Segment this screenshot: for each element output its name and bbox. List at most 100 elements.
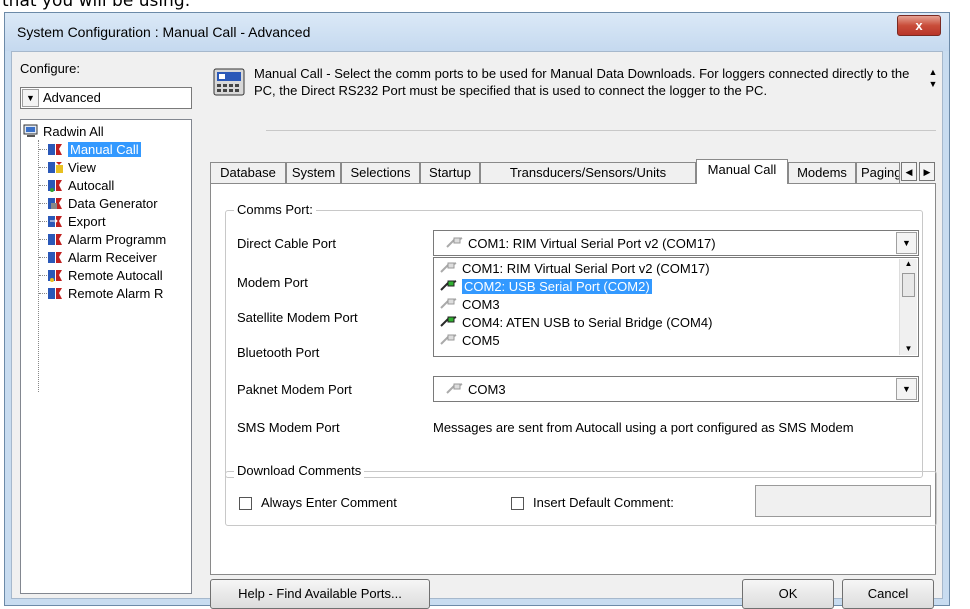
data-generator-icon: [48, 196, 64, 210]
scroll-thumb[interactable]: [902, 273, 915, 297]
system-configuration-window: System Configuration : Manual Call - Adv…: [4, 12, 950, 609]
serial-port-inactive-icon: [440, 334, 458, 346]
serial-port-icon: [446, 383, 464, 395]
sms-modem-port-label: SMS Modem Port: [237, 420, 340, 435]
remote-alarm-icon: [48, 286, 64, 300]
tree-item-remote-alarm[interactable]: Remote Alarm R: [48, 284, 163, 302]
dropdown-option[interactable]: COM3: [436, 295, 898, 313]
bluetooth-port-label: Bluetooth Port: [237, 345, 320, 360]
download-comments-title: Download Comments: [234, 463, 365, 478]
tab-scroll-left-icon[interactable]: ◀: [901, 162, 917, 181]
paknet-modem-port-value: COM3: [468, 382, 506, 397]
document-text-fragment: that you will be using:: [2, 0, 191, 11]
dropdown-option[interactable]: COM1: RIM Virtual Serial Port v2 (COM17): [436, 259, 898, 277]
scroll-down-icon[interactable]: ▼: [926, 78, 940, 90]
tab-transducers[interactable]: Transducers/Sensors/Units: [480, 162, 696, 183]
tree-item-alarm-receiver[interactable]: Alarm Receiver: [48, 248, 157, 266]
tree-item-remote-autocall[interactable]: Remote Autocall: [48, 266, 163, 284]
tree-item-alarm-programmer[interactable]: Alarm Programm: [48, 230, 166, 248]
computer-icon: [23, 124, 39, 138]
title-bar[interactable]: System Configuration : Manual Call - Adv…: [5, 13, 949, 51]
chevron-down-icon[interactable]: ▼: [22, 89, 39, 107]
navigation-tree[interactable]: Radwin All Manual Call View Autocall Dat…: [20, 119, 192, 594]
configure-combo[interactable]: ▼ Advanced: [20, 87, 192, 109]
tree-item-label: Remote Autocall: [68, 267, 163, 283]
configure-selected-value: Advanced: [43, 90, 101, 105]
view-icon: [48, 160, 64, 174]
alarm-programmer-icon: [48, 232, 64, 246]
tree-item-view[interactable]: View: [48, 158, 96, 176]
dropdown-option[interactable]: COM4: ATEN USB to Serial Bridge (COM4): [436, 313, 898, 331]
tab-modems[interactable]: Modems: [788, 162, 856, 183]
sms-modem-info: Messages are sent from Autocall using a …: [433, 420, 854, 435]
tab-database[interactable]: Database: [210, 162, 286, 183]
client-area: Configure: ▼ Advanced Radwin All Manual …: [11, 51, 943, 609]
port-dropdown-list[interactable]: COM1: RIM Virtual Serial Port v2 (COM17)…: [433, 257, 919, 357]
direct-cable-port-combo[interactable]: COM1: RIM Virtual Serial Port v2 (COM17)…: [433, 230, 919, 256]
scroll-up-icon[interactable]: ▲: [926, 66, 940, 78]
header-divider: [266, 130, 936, 131]
alarm-receiver-icon: [48, 250, 64, 264]
comms-port-title: Comms Port:: [234, 202, 316, 217]
always-enter-comment-label: Always Enter Comment: [261, 495, 397, 510]
direct-cable-port-value: COM1: RIM Virtual Serial Port v2 (COM17): [468, 236, 716, 251]
remote-autocall-icon: [48, 268, 64, 282]
chevron-down-icon[interactable]: ▼: [896, 232, 917, 254]
satellite-modem-port-label: Satellite Modem Port: [237, 310, 358, 325]
serial-port-inactive-icon: [440, 262, 458, 274]
tree-item-label: Remote Alarm R: [68, 285, 164, 301]
tab-system[interactable]: System: [286, 162, 341, 183]
tree-root-radwin-all[interactable]: Radwin All: [23, 122, 104, 140]
tab-scroll-right-icon[interactable]: ▶: [919, 162, 935, 181]
tree-item-autocall[interactable]: Autocall: [48, 176, 114, 194]
insert-default-comment-label: Insert Default Comment:: [533, 495, 674, 510]
manual-call-description: Manual Call - Select the comm ports to b…: [254, 66, 910, 98]
export-icon: [48, 214, 64, 228]
tab-selections[interactable]: Selections: [341, 162, 420, 183]
description-scroll[interactable]: ▲ ▼: [926, 66, 940, 100]
tree-item-data-generator[interactable]: Data Generator: [48, 194, 158, 212]
paknet-modem-port-label: Paknet Modem Port: [237, 382, 352, 397]
dropdown-scrollbar[interactable]: ▲ ▼: [899, 259, 917, 355]
tree-root-label: Radwin All: [43, 123, 104, 139]
default-comment-field[interactable]: [755, 485, 931, 517]
tree-item-export[interactable]: Export: [48, 212, 106, 230]
tree-item-label: Alarm Programm: [68, 231, 167, 247]
tab-scroll-buttons[interactable]: ◀ ▶: [901, 162, 935, 181]
tree-item-label: Manual Call: [68, 141, 141, 157]
tree-connector-vertical: [38, 140, 39, 392]
tree-item-label: Autocall: [68, 177, 115, 193]
tab-startup[interactable]: Startup: [420, 162, 480, 183]
tree-item-label: Alarm Receiver: [68, 249, 157, 265]
serial-port-active-icon: [440, 316, 458, 328]
autocall-icon: [48, 178, 64, 192]
scroll-up-icon[interactable]: ▲: [900, 259, 917, 268]
tab-manual-call[interactable]: Manual Call: [696, 159, 788, 184]
dropdown-option[interactable]: COM5: [436, 331, 898, 349]
window-title: System Configuration : Manual Call - Adv…: [17, 24, 311, 40]
close-button[interactable]: x: [897, 15, 941, 36]
tree-item-manual-call[interactable]: Manual Call: [48, 140, 141, 158]
tree-item-label: Export: [68, 213, 106, 229]
cancel-button[interactable]: Cancel: [842, 579, 934, 609]
tree-item-label: Data Generator: [68, 195, 158, 211]
direct-cable-port-label: Direct Cable Port: [237, 236, 336, 251]
serial-port-icon: [446, 237, 464, 249]
scroll-down-icon[interactable]: ▼: [900, 344, 917, 353]
ok-button[interactable]: OK: [742, 579, 834, 609]
manual-call-icon: [48, 142, 64, 156]
help-find-ports-button[interactable]: Help - Find Available Ports...: [210, 579, 430, 609]
tab-paging[interactable]: Paging: [856, 162, 900, 183]
dropdown-option-selected[interactable]: COM2: USB Serial Port (COM2): [436, 277, 898, 295]
manual-call-panel: Comms Port: Direct Cable Port COM1: RIM …: [210, 183, 937, 575]
serial-port-active-icon: [440, 280, 458, 292]
always-enter-comment-checkbox[interactable]: [239, 497, 252, 510]
serial-port-inactive-icon: [440, 298, 458, 310]
insert-default-comment-checkbox[interactable]: [511, 497, 524, 510]
configure-label: Configure:: [20, 61, 80, 76]
paknet-modem-port-combo[interactable]: COM3 ▼: [433, 376, 919, 402]
chevron-down-icon[interactable]: ▼: [896, 378, 917, 400]
modem-port-label: Modem Port: [237, 275, 308, 290]
tree-item-label: View: [68, 159, 96, 175]
calculator-icon: [212, 66, 246, 100]
